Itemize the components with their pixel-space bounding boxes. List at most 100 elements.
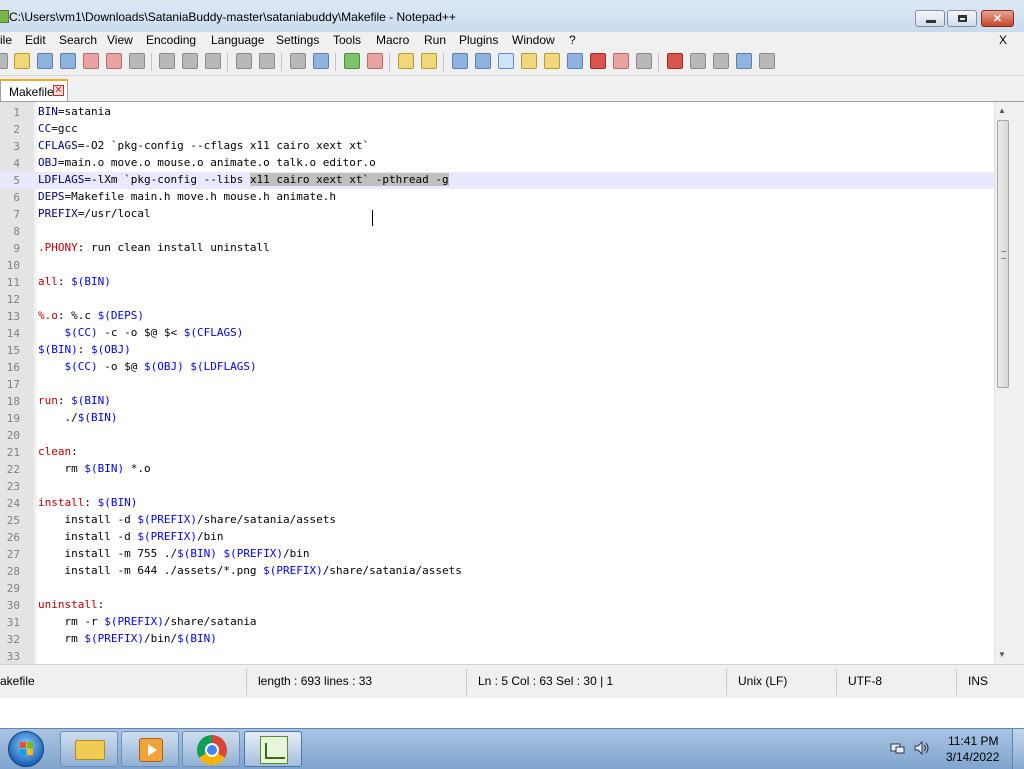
menu-window[interactable]: Window [512,33,555,47]
code-line[interactable]: 33 [0,648,994,664]
save-icon[interactable] [37,53,53,69]
paste-icon[interactable] [205,53,221,69]
menu-search[interactable]: Search [59,33,97,47]
scroll-down-arrow-icon[interactable]: ▼ [998,650,1006,659]
macro-save-icon[interactable] [759,53,775,69]
code-line[interactable]: 3 CFLAGS=-O2 `pkg-config --cflags x11 cai… [0,138,994,155]
document-list-icon[interactable] [567,53,583,69]
status-eol[interactable]: Unix (LF) [738,674,787,688]
maximize-button[interactable] [947,10,977,27]
undo-icon[interactable] [236,53,252,69]
tab-makefile[interactable]: Makefile ✕ [0,79,68,101]
code-line[interactable]: 26 install -d $(PREFIX)/bin [0,529,994,546]
sync-horizontal-scroll-icon[interactable] [421,53,437,69]
menu-macro[interactable]: Macro [376,33,409,47]
network-icon[interactable] [890,741,906,755]
open-file-icon[interactable] [14,53,30,69]
code-line[interactable]: 2 CC=gcc [0,121,994,138]
code-line[interactable]: 16 $(CC) -o $@ $(OBJ) $(LDFLAGS) [0,359,994,376]
save-all-icon[interactable] [60,53,76,69]
code-line[interactable]: 8 [0,223,994,240]
show-desktop-button[interactable] [1012,729,1024,769]
code-line[interactable]: 10 [0,257,994,274]
user-defined-language-icon[interactable] [521,53,537,69]
close-all-icon[interactable] [106,53,122,69]
code-line[interactable]: 22 rm $(BIN) *.o [0,461,994,478]
code-line[interactable]: 24 install: $(BIN) [0,495,994,512]
code-line[interactable]: 27 install -m 755 ./$(BIN) $(PREFIX)/bin [0,546,994,563]
code-line[interactable]: 32 rm $(PREFIX)/bin/$(BIN) [0,631,994,648]
code-line[interactable]: 30 uninstall: [0,597,994,614]
code-line[interactable]: 17 [0,376,994,393]
taskbar-media-player[interactable] [121,731,179,767]
find-icon[interactable] [290,53,306,69]
code-line[interactable]: 14 $(CC) -c -o $@ $< $(CFLAGS) [0,325,994,342]
macro-stop-icon[interactable] [690,53,706,69]
scroll-up-arrow-icon[interactable]: ▲ [998,106,1006,115]
menu-encoding[interactable]: Encoding [146,33,196,47]
code-line[interactable]: 28 install -m 644 ./assets/*.png $(PREFI… [0,563,994,580]
status-encoding[interactable]: UTF-8 [848,674,882,688]
code-line[interactable]: 9 .PHONY: run clean install uninstall [0,240,994,257]
replace-icon[interactable] [313,53,329,69]
code-line[interactable]: 18 run: $(BIN) [0,393,994,410]
redo-icon[interactable] [259,53,275,69]
taskbar-notepad-plus-plus[interactable] [244,731,302,767]
editor-area[interactable]: 1 BIN=satania 2 CC=gcc 3 CFLAGS=-O2 `pkg-conf… [0,102,994,664]
minimize-button[interactable] [915,10,945,27]
menu-language[interactable]: Language [211,33,264,47]
macro-play-icon[interactable] [713,53,729,69]
folder-as-workspace-icon[interactable] [613,53,629,69]
code-line[interactable]: 12 [0,291,994,308]
code-line[interactable]: 21 clean: [0,444,994,461]
word-wrap-icon[interactable] [452,53,468,69]
menu-edit[interactable]: Edit [25,33,46,47]
code-line[interactable]: 6 DEPS=Makefile main.h move.h mouse.h ani… [0,189,994,206]
vertical-scrollbar[interactable]: ▲ ▼ [994,102,1011,664]
code-line[interactable]: 31 rm -r $(PREFIX)/share/satania [0,614,994,631]
document-map-icon[interactable] [544,53,560,69]
code-line[interactable]: 23 [0,478,994,495]
function-list-icon[interactable] [590,53,606,69]
volume-icon[interactable] [914,740,930,756]
clock-date[interactable]: 3/14/2022 [946,750,999,764]
code-line[interactable]: 4 OBJ=main.o move.o mouse.o animate.o tal… [0,155,994,172]
copy-icon[interactable] [182,53,198,69]
menu-help[interactable]: ? [569,33,576,47]
code-line[interactable]: 29 [0,580,994,597]
macro-record-icon[interactable] [667,53,683,69]
macro-run-multiple-icon[interactable] [736,53,752,69]
menu-tools[interactable]: Tools [333,33,361,47]
menu-plugins[interactable]: Plugins [459,33,498,47]
code-line[interactable]: 13 %.o: %.c $(DEPS) [0,308,994,325]
close-window-button[interactable]: ✕ [981,10,1014,27]
clock-time[interactable]: 11:41 PM [948,734,998,748]
close-document-button[interactable]: X [999,33,1007,47]
status-insert-mode[interactable]: INS [968,674,988,688]
menu-view[interactable]: View [107,33,133,47]
tab-close-icon[interactable]: ✕ [53,85,64,96]
code-line[interactable]: 1 BIN=satania [0,104,994,121]
sync-vertical-scroll-icon[interactable] [398,53,414,69]
code-line[interactable]: 11 all: $(BIN) [0,274,994,291]
menu-settings[interactable]: Settings [276,33,319,47]
new-file-icon[interactable] [0,53,8,69]
code-line[interactable]: 7 PREFIX=/usr/local [0,206,994,223]
code-line[interactable]: 15 $(BIN): $(OBJ) [0,342,994,359]
code-line[interactable]: 20 [0,427,994,444]
taskbar-explorer[interactable] [60,731,118,767]
start-button[interactable] [8,731,44,767]
menu-run[interactable]: Run [424,33,446,47]
cut-icon[interactable] [159,53,175,69]
zoom-in-icon[interactable] [344,53,360,69]
taskbar-chrome[interactable] [182,731,240,767]
print-icon[interactable] [129,53,145,69]
indent-guide-icon[interactable] [498,53,514,69]
menu-file[interactable]: ile [0,33,12,47]
zoom-out-icon[interactable] [367,53,383,69]
show-all-characters-icon[interactable] [475,53,491,69]
code-line[interactable]: 19 ./$(BIN) [0,410,994,427]
scrollbar-thumb[interactable] [997,120,1009,388]
monitoring-eye-icon[interactable] [636,53,652,69]
code-line[interactable]: 5 LDFLAGS=-lXm `pkg-config --libs x11 cai… [0,172,994,189]
